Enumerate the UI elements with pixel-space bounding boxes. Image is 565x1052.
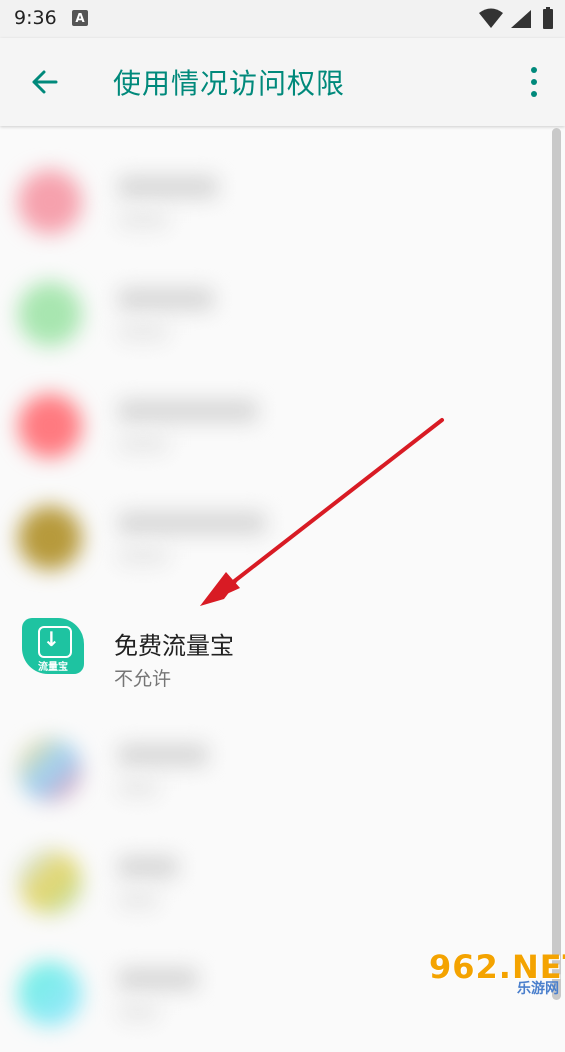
app-icon-blurred [18, 738, 82, 802]
list-item-mianfei-liuliangbao[interactable]: ↓ 流量宝 免费流量宝 不允许 [0, 596, 548, 708]
list-item-blurred[interactable] [0, 372, 548, 484]
app-icon-blurred [18, 850, 82, 914]
list-item-blurred[interactable] [0, 260, 548, 372]
status-icons [479, 7, 553, 29]
signal-icon [511, 10, 531, 28]
watermark-logo: 962.NET 乐游网 [429, 946, 565, 998]
wifi-icon [479, 8, 503, 28]
list-item-blurred[interactable] [0, 828, 548, 940]
app-icon-blurred [18, 282, 82, 346]
battery-icon [543, 9, 553, 29]
back-arrow-icon[interactable] [22, 60, 68, 106]
scrollbar[interactable] [552, 128, 561, 1000]
permission-status: 不允许 [114, 668, 172, 690]
list-item-blurred[interactable] [0, 716, 548, 828]
watermark-subtext: 乐游网 [517, 981, 559, 997]
app-icon-blurred [18, 962, 82, 1026]
notification-a-icon: A [72, 10, 88, 26]
app-icon-blurred [18, 394, 82, 458]
list-item-blurred[interactable] [0, 484, 548, 596]
liuliangbao-app-icon: ↓ 流量宝 [22, 618, 84, 674]
app-icon-blurred [18, 506, 82, 570]
app-name: 免费流量宝 [114, 632, 234, 660]
app-icon-blurred [18, 170, 82, 234]
page-title: 使用情况访问权限 [113, 67, 346, 100]
app-bar: 使用情况访问权限 [0, 38, 565, 126]
more-vert-icon[interactable] [523, 62, 545, 102]
app-icon-caption: 流量宝 [38, 662, 68, 673]
list-item-blurred[interactable] [0, 148, 548, 260]
status-bar: 9:36 A [0, 0, 565, 38]
status-time: 9:36 [14, 7, 57, 29]
app-list[interactable]: ↓ 流量宝 免费流量宝 不允许 [0, 126, 548, 1026]
